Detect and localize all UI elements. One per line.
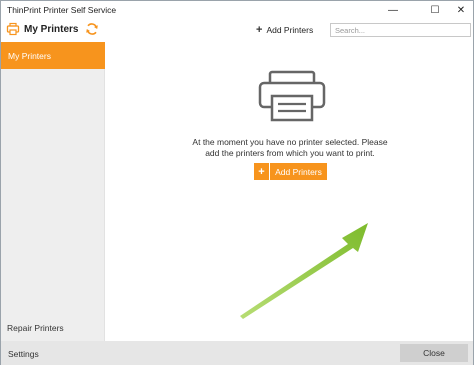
maximize-icon: ☐ (430, 4, 440, 16)
app-header: My Printers + Add Printers (1, 19, 473, 42)
settings-link[interactable]: Settings (8, 349, 39, 359)
main-content: At the moment you have no printer select… (106, 42, 473, 341)
add-printers-button-label: Add Printers (270, 163, 327, 180)
refresh-icon[interactable] (85, 22, 99, 36)
page-title: My Printers (24, 24, 79, 35)
search-box[interactable] (330, 23, 471, 37)
plus-icon: + (256, 24, 263, 36)
add-printers-header-button[interactable]: + Add Printers (256, 23, 313, 37)
sidebar-item-repair-printers[interactable]: Repair Printers (7, 323, 64, 333)
maximize-button[interactable]: ☐ (421, 1, 449, 19)
sidebar-item-label: Repair Printers (7, 323, 64, 333)
green-arrow-annotation (240, 223, 368, 319)
footer-bar: Settings Close (1, 341, 473, 365)
app-window: ThinPrint Printer Self Service — ☐ ✕ My … (0, 0, 474, 365)
sidebar-item-my-printers[interactable]: My Printers (1, 42, 105, 69)
printer-icon (6, 22, 20, 36)
close-button[interactable]: Close (400, 344, 468, 362)
search-input[interactable] (331, 24, 470, 36)
sidebar-item-label: My Printers (8, 51, 51, 61)
minimize-button[interactable]: — (379, 1, 407, 19)
minimize-icon: — (388, 4, 398, 16)
close-icon: ✕ (456, 4, 466, 16)
empty-state-message: At the moment you have no printer select… (192, 137, 388, 158)
window-close-button[interactable]: ✕ (447, 1, 474, 19)
title-bar: ThinPrint Printer Self Service — ☐ ✕ (1, 1, 473, 19)
sidebar: My Printers Repair Printers (1, 42, 105, 341)
add-printers-header-label: Add Printers (266, 25, 314, 35)
plus-icon: + (254, 163, 270, 180)
printer-icon (258, 70, 326, 122)
window-title: ThinPrint Printer Self Service (7, 5, 117, 15)
add-printers-button[interactable]: + Add Printers (254, 163, 327, 180)
